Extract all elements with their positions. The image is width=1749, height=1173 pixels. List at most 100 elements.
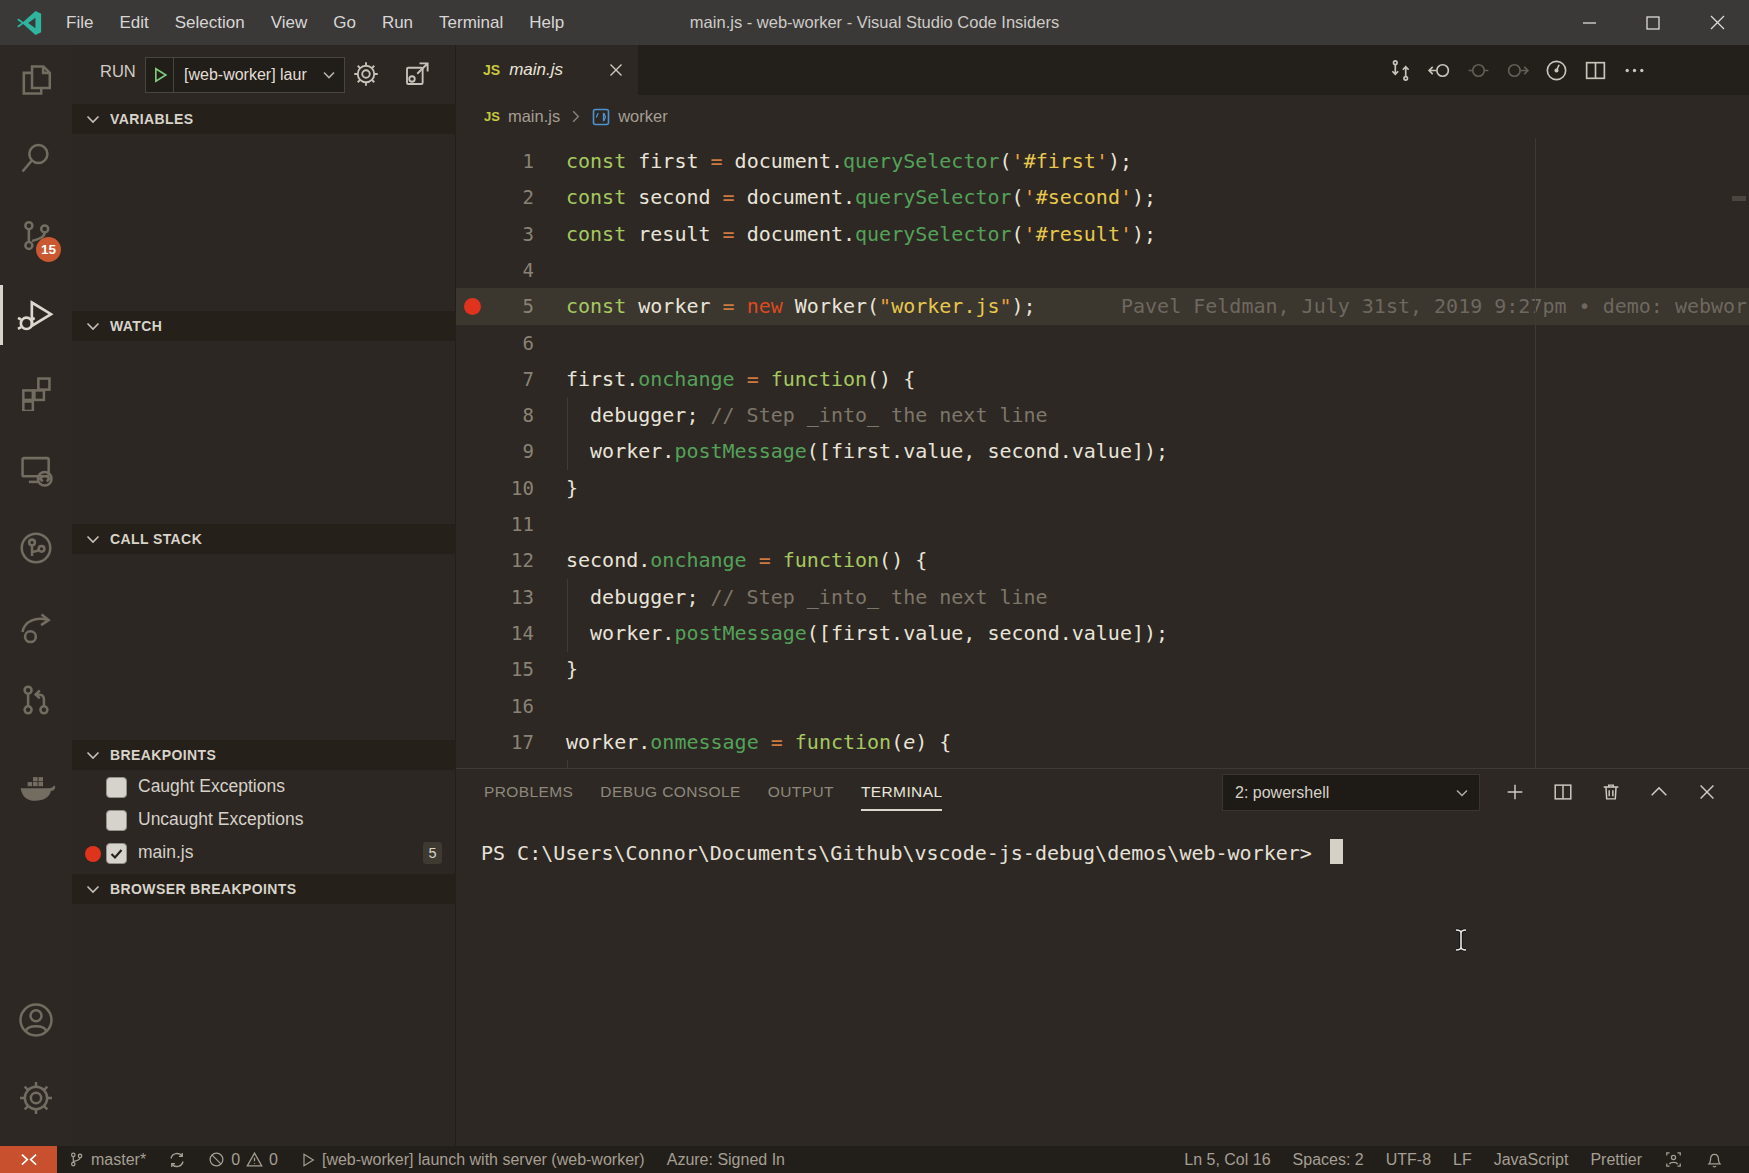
- remote-explorer-icon[interactable]: [0, 442, 72, 498]
- line-number[interactable]: 15: [456, 651, 534, 688]
- tab-main-js[interactable]: JS main.js: [456, 45, 638, 95]
- split-terminal-icon[interactable]: [1552, 781, 1574, 803]
- menu-help[interactable]: Help: [516, 0, 577, 45]
- close-panel-icon[interactable]: [1696, 781, 1718, 803]
- tab-close-icon[interactable]: [608, 62, 624, 78]
- maximize-button[interactable]: [1621, 0, 1685, 45]
- feedback-icon[interactable]: [1653, 1146, 1694, 1173]
- kill-terminal-icon[interactable]: [1600, 781, 1622, 803]
- checkbox-unchecked[interactable]: [106, 810, 127, 831]
- line-number[interactable]: 4: [456, 252, 534, 289]
- remote-indicator[interactable]: [0, 1146, 57, 1173]
- start-debug-button[interactable]: [146, 58, 174, 92]
- language-status[interactable]: JavaScript: [1483, 1146, 1580, 1173]
- terminal-content[interactable]: PS C:\Users\Connor\Documents\Github\vsco…: [481, 839, 1343, 866]
- github-pr-icon[interactable]: [0, 672, 72, 728]
- cursor-position-status[interactable]: Ln 5, Col 16: [1173, 1146, 1281, 1173]
- new-terminal-icon[interactable]: [1504, 781, 1526, 803]
- menu-go[interactable]: Go: [320, 0, 369, 45]
- menu-view[interactable]: View: [258, 0, 321, 45]
- breakpoint-item-main-js[interactable]: main.js5: [72, 837, 456, 870]
- settings-gear-icon[interactable]: [0, 1070, 72, 1126]
- menu-file[interactable]: File: [53, 0, 106, 45]
- section-call-stack[interactable]: CALL STACK: [72, 524, 456, 554]
- profile-icon[interactable]: [1543, 57, 1569, 83]
- open-launch-config-icon[interactable]: [402, 59, 432, 89]
- line-number[interactable]: 11: [456, 506, 534, 543]
- breadcrumb-symbol[interactable]: worker: [618, 107, 668, 126]
- editor-actions: [1387, 45, 1749, 95]
- debug-settings-gear-icon[interactable]: [351, 59, 381, 89]
- accounts-icon[interactable]: [0, 992, 72, 1048]
- line-number[interactable]: 9: [456, 433, 534, 470]
- line-number[interactable]: 14: [456, 615, 534, 652]
- azure-status[interactable]: Azure: Signed In: [656, 1146, 796, 1173]
- scm-badge: 15: [36, 237, 61, 262]
- step-back-icon[interactable]: [1426, 57, 1452, 83]
- line-number[interactable]: 3: [456, 216, 534, 253]
- line-number[interactable]: 2: [456, 179, 534, 216]
- live-share-icon[interactable]: [0, 600, 72, 656]
- code-editor[interactable]: Pavel Feldman, July 31st, 2019 9:27pm • …: [456, 138, 1749, 768]
- section-breakpoints[interactable]: BREAKPOINTS: [72, 740, 456, 770]
- sync-status[interactable]: [157, 1146, 197, 1173]
- line-number[interactable]: 1: [456, 143, 534, 180]
- maximize-panel-icon[interactable]: [1648, 781, 1670, 803]
- timeline-icon[interactable]: [0, 520, 72, 576]
- panel-tab-output[interactable]: OUTPUT: [768, 769, 834, 814]
- indent-guide: [567, 579, 568, 652]
- explorer-icon[interactable]: [0, 52, 72, 108]
- notifications-bell-icon[interactable]: [1694, 1146, 1735, 1173]
- search-icon[interactable]: [0, 130, 72, 186]
- section-browser-breakpoints[interactable]: BROWSER BREAKPOINTS: [72, 874, 456, 904]
- step-forward-icon[interactable]: [1504, 57, 1530, 83]
- menu-run[interactable]: Run: [369, 0, 426, 45]
- line-number[interactable]: 12: [456, 542, 534, 579]
- line-number[interactable]: 7: [456, 361, 534, 398]
- eol-status[interactable]: LF: [1442, 1146, 1483, 1173]
- line-number[interactable]: 10: [456, 470, 534, 507]
- checkbox-unchecked[interactable]: [106, 777, 127, 798]
- launch-config-select[interactable]: [web-worker] laur: [174, 58, 344, 92]
- line-number[interactable]: 17: [456, 724, 534, 761]
- step-pause-icon[interactable]: [1465, 57, 1491, 83]
- code-line-5: 5const worker = new Worker("worker.js");: [456, 288, 1749, 325]
- menu-terminal[interactable]: Terminal: [426, 0, 516, 45]
- code-line-1: 1const first = document.querySelector('#…: [456, 143, 1749, 180]
- section-variables[interactable]: VARIABLES: [72, 104, 456, 134]
- open-changes-icon[interactable]: [1387, 57, 1413, 83]
- split-editor-icon[interactable]: [1582, 57, 1608, 83]
- breadcrumb-file[interactable]: main.js: [508, 107, 560, 126]
- breakpoint-dot[interactable]: [464, 298, 481, 315]
- panel-tab-terminal[interactable]: TERMINAL: [861, 769, 943, 814]
- encoding-status[interactable]: UTF-8: [1375, 1146, 1442, 1173]
- more-actions-icon[interactable]: [1621, 57, 1647, 83]
- scrollbar-thumb[interactable]: [1732, 196, 1746, 201]
- menu-edit[interactable]: Edit: [106, 0, 161, 45]
- line-number[interactable]: 6: [456, 325, 534, 362]
- panel-tab-problems[interactable]: PROBLEMS: [484, 769, 573, 814]
- run-debug-icon[interactable]: [0, 287, 72, 343]
- extensions-icon[interactable]: [0, 364, 72, 420]
- git-branch-status[interactable]: master*: [57, 1146, 157, 1173]
- breakpoint-item-uncaught-exceptions[interactable]: Uncaught Exceptions: [72, 804, 456, 837]
- line-number[interactable]: 18: [456, 760, 534, 768]
- formatter-status[interactable]: Prettier: [1579, 1146, 1653, 1173]
- section-watch[interactable]: WATCH: [72, 311, 456, 341]
- close-button[interactable]: [1685, 0, 1749, 45]
- launch-status[interactable]: [web-worker] launch with server (web-wor…: [289, 1146, 656, 1173]
- menu-selection[interactable]: Selection: [162, 0, 258, 45]
- minimize-button[interactable]: [1557, 0, 1621, 45]
- source-control-icon[interactable]: 15: [0, 208, 72, 264]
- line-number[interactable]: 13: [456, 579, 534, 616]
- problems-status[interactable]: 0 0: [197, 1146, 289, 1173]
- terminal-shell-select[interactable]: 2: powershell: [1222, 774, 1480, 811]
- line-number[interactable]: 8: [456, 397, 534, 434]
- checkbox-checked[interactable]: [106, 843, 127, 864]
- line-number[interactable]: 16: [456, 688, 534, 725]
- breakpoint-item-caught-exceptions[interactable]: Caught Exceptions: [72, 771, 456, 804]
- panel-tab-debug-console[interactable]: DEBUG CONSOLE: [600, 769, 740, 814]
- indentation-status[interactable]: Spaces: 2: [1282, 1146, 1375, 1173]
- docker-icon[interactable]: [0, 757, 72, 813]
- code-line-3: 3const result = document.querySelector('…: [456, 216, 1749, 253]
